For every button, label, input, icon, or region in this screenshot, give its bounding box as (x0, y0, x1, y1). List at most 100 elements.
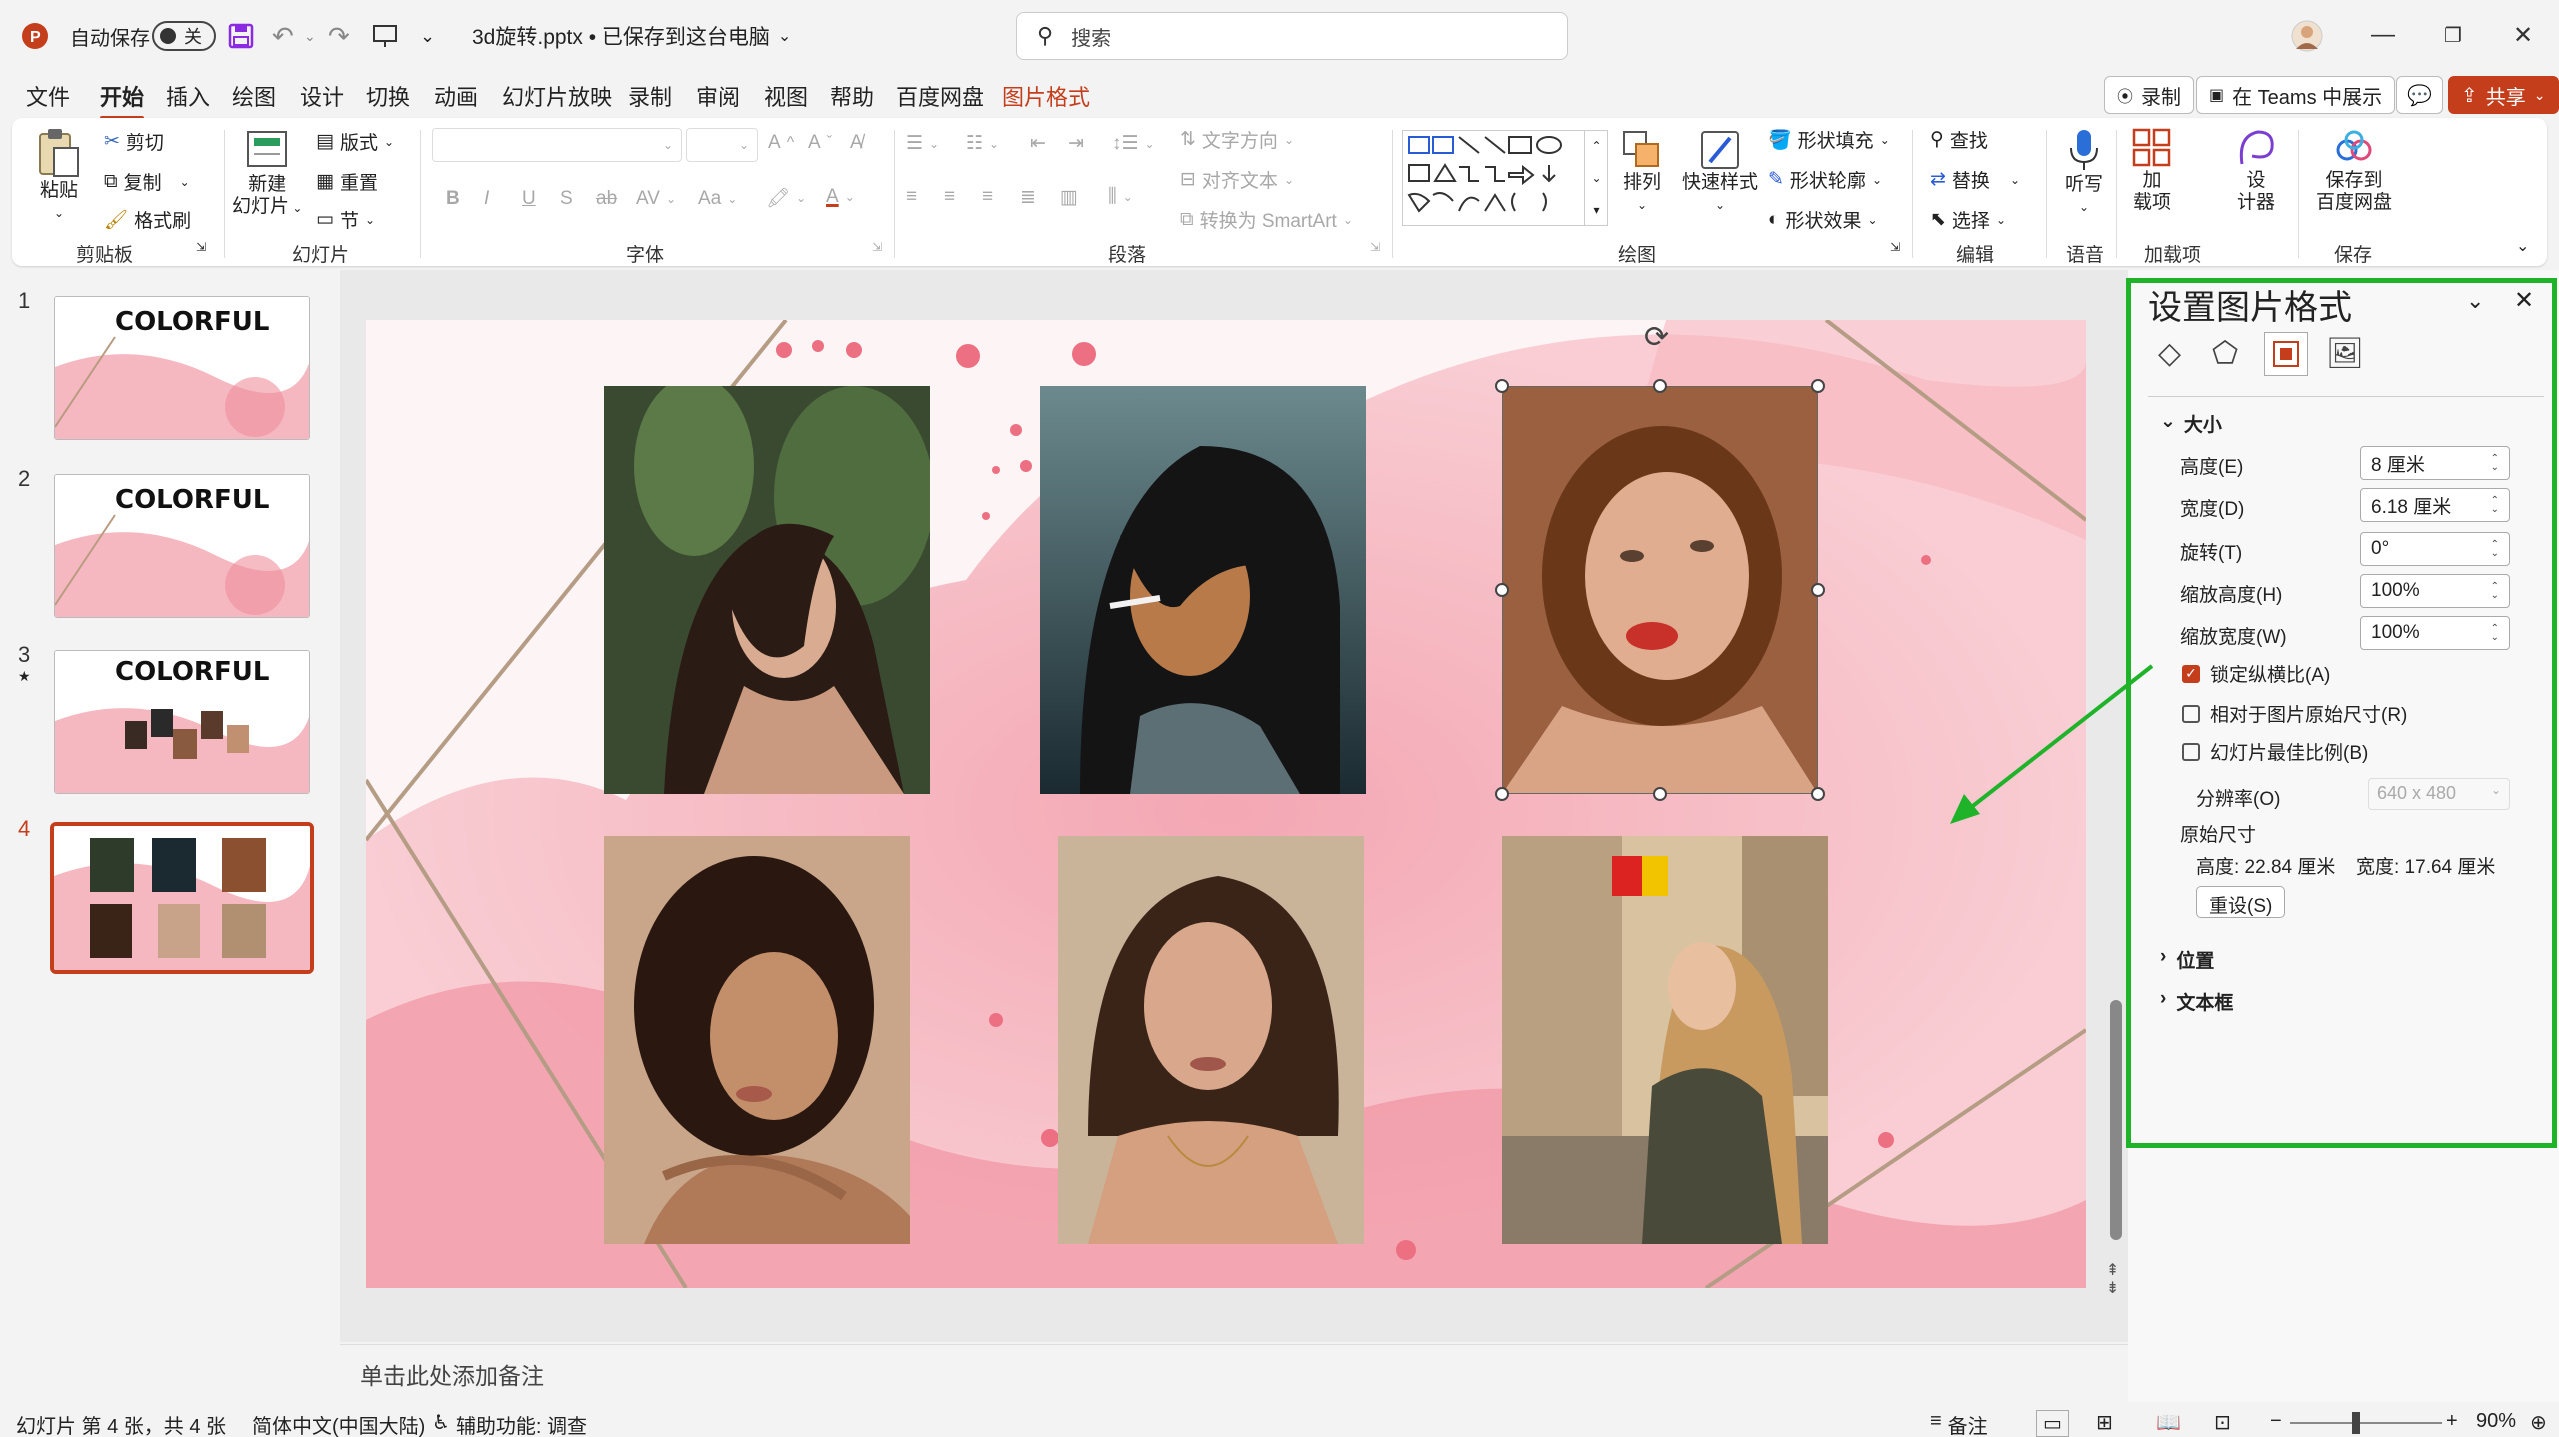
justify-icon[interactable]: ≣ (1020, 186, 1036, 209)
height-input[interactable]: 8 厘米 ⌃ ⌄ (2360, 446, 2510, 480)
columns-icon[interactable]: ⫼ ⌄ (1108, 186, 1133, 208)
teams-present-button[interactable]: ▣ 在 Teams 中展示 (2196, 76, 2396, 114)
pane-close-icon[interactable]: ✕ (2514, 286, 2534, 315)
resize-handle-e[interactable] (1811, 583, 1825, 597)
dictate-button[interactable]: 听写 ⌄ (2064, 126, 2104, 218)
decrease-indent-icon[interactable]: ⇤ (1030, 132, 1046, 155)
clipboard-launcher-icon[interactable]: ⇲ (196, 240, 206, 254)
zoom-slider[interactable] (2290, 1422, 2442, 1424)
quick-styles-button[interactable]: 快速样式 ⌄ (1682, 128, 1758, 216)
increase-font-icon[interactable]: A ^ (768, 132, 794, 154)
customize-toolbar-icon[interactable]: ⌄ (420, 0, 435, 72)
relative-original-checkbox[interactable]: 相对于图片原始尺寸(R) (2182, 700, 2407, 727)
scale-width-input[interactable]: 100% ⌃ ⌄ (2360, 616, 2510, 650)
rotate-handle-icon[interactable]: ⟳ (1644, 320, 1669, 355)
resize-handle-s[interactable] (1653, 787, 1667, 801)
resize-handle-ne[interactable] (1811, 379, 1825, 393)
reading-view-icon[interactable]: 📖 (2156, 1410, 2181, 1435)
layout-button[interactable]: ▤ 版式 ⌄ (316, 128, 394, 155)
zoom-slider-thumb[interactable] (2352, 1412, 2360, 1434)
copy-button[interactable]: ⧉ 复制 ⌄ (104, 168, 190, 195)
section-size[interactable]: ⌄ 大小 (2160, 410, 2222, 437)
format-painter-button[interactable]: 🖌 格式刷 (104, 206, 191, 233)
tab-baidu[interactable]: 百度网盘 (896, 80, 984, 112)
save-to-baidu-button[interactable]: 保存到 百度网盘 (2316, 126, 2392, 214)
best-scale-checkbox[interactable]: 幻灯片最佳比例(B) (2182, 738, 2368, 765)
align-center-icon[interactable]: ≡ (944, 186, 955, 208)
tab-help[interactable]: 帮助 (830, 80, 874, 112)
minimize-icon[interactable]: — (2368, 20, 2398, 50)
resize-handle-w[interactable] (1495, 583, 1509, 597)
decrease-font-icon[interactable]: Aˇ (808, 132, 832, 154)
bullets-icon[interactable]: ☰ ⌄ (906, 132, 939, 155)
scale-height-input[interactable]: 100% ⌃ ⌄ (2360, 574, 2510, 608)
paragraph-launcher-icon[interactable]: ⇲ (1370, 240, 1380, 254)
slide-canvas[interactable]: ⟳ (366, 320, 2086, 1288)
tab-design[interactable]: 设计 (300, 80, 344, 112)
tab-insert[interactable]: 插入 (166, 80, 210, 112)
font-size-select[interactable]: ⌄ (686, 128, 758, 162)
slide-thumbnail-4[interactable] (50, 822, 314, 974)
slideshow-view-icon[interactable]: ⊡ (2214, 1410, 2231, 1435)
autosave-toggle[interactable]: 关 (152, 0, 216, 72)
drawing-launcher-icon[interactable]: ⇲ (1890, 240, 1900, 254)
align-left-icon[interactable]: ≡ (906, 186, 917, 208)
slide-sorter-icon[interactable]: ⊞ (2096, 1410, 2113, 1435)
width-input[interactable]: 6.18 厘米 ⌃ ⌄ (2360, 488, 2510, 522)
language-status[interactable]: 简体中文(中国大陆) (252, 1410, 425, 1437)
picture-tab-icon[interactable]: 🖼 (2326, 336, 2364, 371)
tab-record[interactable]: 录制 (628, 80, 672, 112)
designer-button[interactable]: 设计器 (2234, 126, 2278, 214)
font-family-select[interactable]: ⌄ (432, 128, 682, 162)
collapse-ribbon-icon[interactable]: ⌄ (2516, 236, 2529, 256)
font-launcher-icon[interactable]: ⇲ (872, 240, 882, 254)
present-from-start-icon[interactable] (372, 0, 398, 72)
restore-icon[interactable]: ❐ (2438, 20, 2468, 50)
tab-review[interactable]: 审阅 (696, 80, 740, 112)
slide-thumbnail-2[interactable]: COLORFUL (54, 474, 310, 618)
share-button[interactable]: ⇪ 共享 ⌄ (2448, 76, 2559, 114)
section-textbox[interactable]: › 文本框 (2160, 988, 2233, 1015)
close-window-icon[interactable]: ✕ (2508, 20, 2538, 50)
tab-slideshow[interactable]: 幻灯片放映 (502, 80, 612, 112)
italic-icon[interactable]: I (484, 188, 489, 210)
search-box[interactable]: ⚲ 搜索 (1016, 12, 1568, 60)
undo-icon[interactable]: ↶ (272, 0, 294, 72)
shape-fill-button[interactable]: 🪣 形状填充 ⌄ (1768, 126, 1890, 153)
comments-button[interactable]: 💬 (2396, 76, 2443, 114)
fit-to-window-icon[interactable]: ⊕ (2530, 1410, 2547, 1435)
section-position[interactable]: › 位置 (2160, 946, 2214, 973)
align-right-icon[interactable]: ≡ (982, 186, 993, 208)
document-title[interactable]: 3d旋转.pptx • 已保存到这台电脑 ⌄ (472, 0, 791, 72)
size-properties-tab-icon[interactable] (2264, 332, 2308, 376)
shapes-gallery[interactable] (1402, 130, 1608, 226)
notes-toggle[interactable]: ≡ 备注 (1930, 1410, 1988, 1437)
new-slide-button[interactable]: 新建 幻灯片 ⌄ (232, 126, 302, 219)
text-direction-button[interactable]: ⇅ 文字方向 ⌄ (1180, 126, 1294, 153)
distributed-icon[interactable]: ▥ (1060, 186, 1078, 209)
find-button[interactable]: ⚲ 查找 (1930, 126, 1988, 153)
resolution-select[interactable]: 640 x 480 ⌄ (2368, 778, 2510, 810)
zoom-out-icon[interactable]: − (2270, 1410, 2282, 1433)
arrange-button[interactable]: 排列 ⌄ (1620, 128, 1664, 216)
numbering-icon[interactable]: ☷ ⌄ (966, 132, 999, 155)
resize-handle-se[interactable] (1811, 787, 1825, 801)
undo-dropdown-icon[interactable]: ⌄ (304, 0, 316, 72)
rotation-input[interactable]: 0° ⌃ ⌄ (2360, 532, 2510, 566)
smartart-button[interactable]: ⧉ 转换为 SmartArt ⌄ (1180, 206, 1353, 233)
photo-portrait-2[interactable] (1040, 386, 1366, 794)
paste-button[interactable]: 粘贴 ⌄ (36, 126, 82, 224)
change-case-icon[interactable]: Aa ⌄ (698, 188, 737, 210)
tab-home[interactable]: 开始 (100, 80, 145, 120)
addins-button[interactable]: 加载项 (2130, 126, 2174, 214)
tab-draw[interactable]: 绘图 (232, 80, 276, 112)
user-avatar[interactable] (2290, 0, 2324, 72)
tab-animations[interactable]: 动画 (434, 80, 478, 112)
font-color-icon[interactable]: A ⌄ (826, 186, 855, 208)
resize-handle-sw[interactable] (1495, 787, 1509, 801)
photo-portrait-4[interactable] (604, 836, 910, 1244)
shadow-icon[interactable]: S (560, 188, 573, 210)
photo-portrait-6[interactable] (1502, 836, 1828, 1244)
reset-size-button[interactable]: 重设(S) (2196, 886, 2286, 918)
pane-options-icon[interactable]: ⌄ (2466, 288, 2484, 314)
